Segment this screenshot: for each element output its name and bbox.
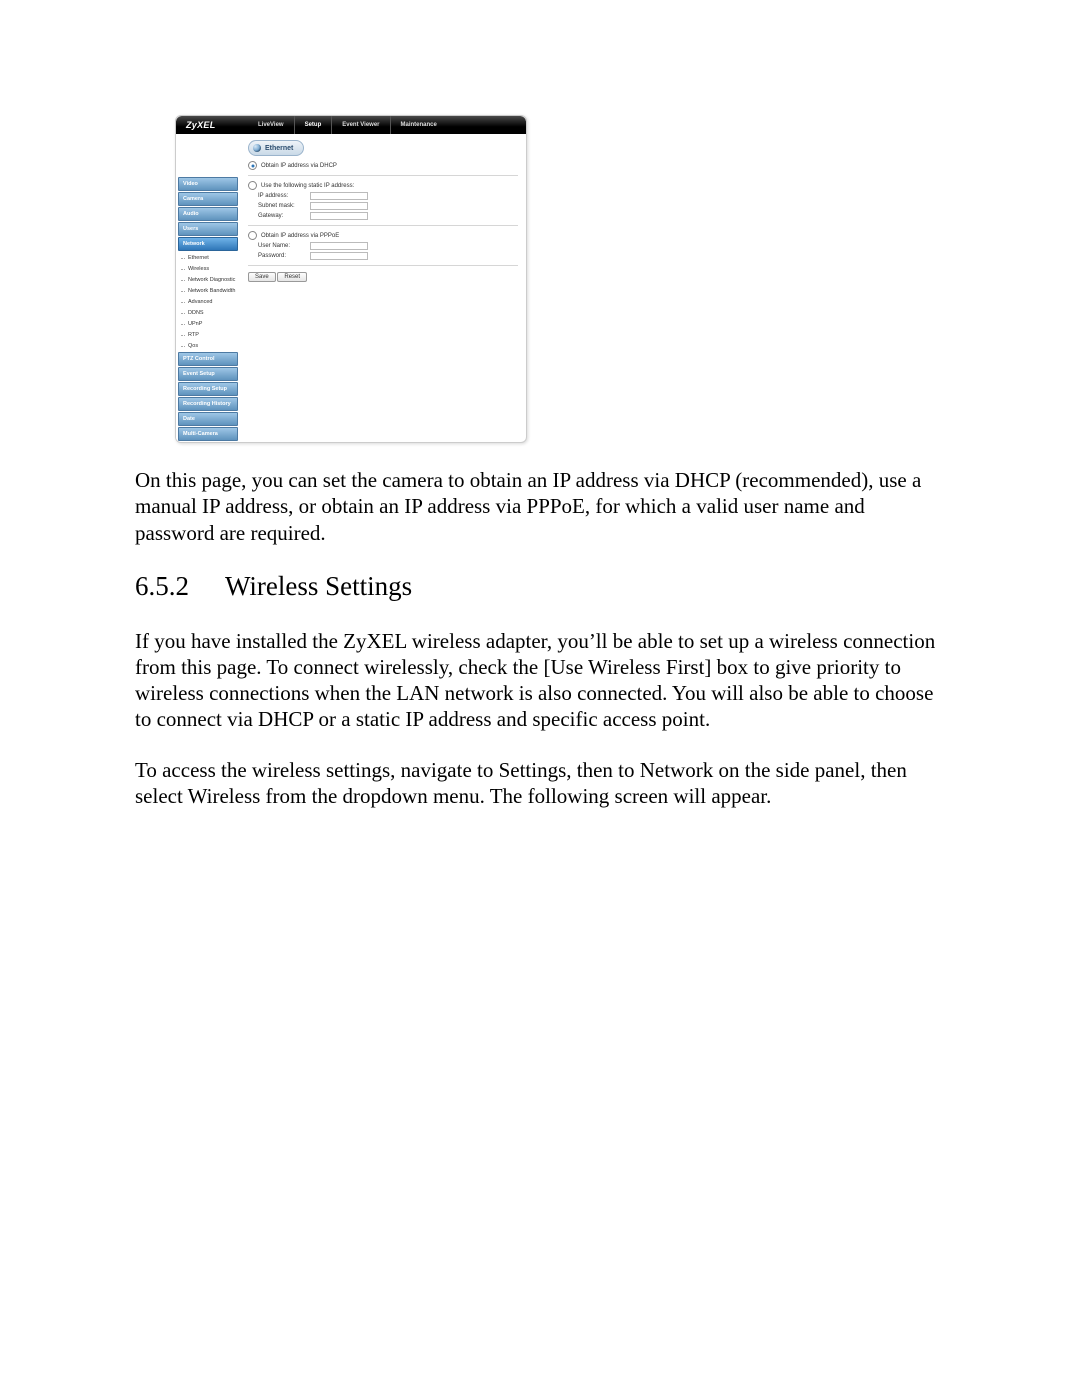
panel-title-text: Ethernet [265, 145, 293, 152]
section-static: Use the following static IP address: IP … [248, 176, 518, 226]
radio-dhcp-label: Obtain IP address via DHCP [261, 163, 337, 169]
topnav-eventviewer[interactable]: Event Viewer [331, 116, 389, 134]
sidebar-group-audio[interactable]: Audio [178, 207, 238, 221]
input-ip[interactable] [310, 192, 368, 200]
panel-title: Ethernet [248, 140, 304, 156]
sidebar-group-multi-camera[interactable]: Multi-Camera [178, 427, 238, 441]
section-dhcp: Obtain IP address via DHCP [248, 156, 518, 176]
radio-icon [248, 231, 257, 240]
top-nav: LiveView Setup Event Viewer Maintenance [248, 116, 526, 134]
sidebar-group-network[interactable]: Network [178, 237, 238, 251]
save-button[interactable]: Save [248, 272, 276, 282]
radio-icon [248, 161, 257, 170]
sidebar-group-users[interactable]: Users [178, 222, 238, 236]
sidebar: Video Camera Audio Users Network Etherne… [176, 134, 240, 442]
input-password[interactable] [310, 252, 368, 260]
sidebar-item-rtp[interactable]: RTP [178, 329, 238, 340]
sidebar-item-network-diagnostic[interactable]: Network Diagnostic [178, 274, 238, 285]
field-password: Password: [248, 251, 518, 261]
sidebar-group-video[interactable]: Video [178, 177, 238, 191]
label-password: Password: [258, 253, 306, 259]
sidebar-item-ethernet[interactable]: Ethernet [178, 252, 238, 263]
radio-dhcp[interactable]: Obtain IP address via DHCP [248, 160, 518, 171]
input-gateway[interactable] [310, 212, 368, 220]
radio-pppoe-label: Obtain IP address via PPPoE [261, 233, 339, 239]
radio-static[interactable]: Use the following static IP address: [248, 180, 518, 191]
radio-pppoe[interactable]: Obtain IP address via PPPoE [248, 230, 518, 241]
sidebar-item-upnp[interactable]: UPnP [178, 318, 238, 329]
radio-icon [248, 181, 257, 190]
sidebar-group-recording-setup[interactable]: Recording Setup [178, 382, 238, 396]
sidebar-item-wireless[interactable]: Wireless [178, 263, 238, 274]
input-subnet[interactable] [310, 202, 368, 210]
section-heading: 6.5.2 Wireless Settings [135, 570, 945, 604]
sidebar-item-ddns[interactable]: DDNS [178, 307, 238, 318]
heading-number: 6.5.2 [135, 570, 189, 604]
sidebar-group-camera[interactable]: Camera [178, 192, 238, 206]
app-window: ZyXEL LiveView Setup Event Viewer Mainte… [175, 115, 527, 443]
label-ip: IP address: [258, 193, 306, 199]
sidebar-group-ptz[interactable]: PTZ Control [178, 352, 238, 366]
content-panel: Ethernet Obtain IP address via DHCP Use … [240, 134, 526, 442]
field-ip: IP address: [248, 191, 518, 201]
field-subnet: Subnet mask: [248, 201, 518, 211]
sidebar-group-date[interactable]: Date [178, 412, 238, 426]
paragraph-1: On this page, you can set the camera to … [135, 467, 945, 546]
topnav-maintenance[interactable]: Maintenance [390, 116, 447, 134]
sidebar-group-event-setup[interactable]: Event Setup [178, 367, 238, 381]
topnav-setup[interactable]: Setup [294, 116, 332, 134]
input-username[interactable] [310, 242, 368, 250]
sidebar-item-qos[interactable]: Qos [178, 340, 238, 351]
sidebar-group-recording-history[interactable]: Recording History [178, 397, 238, 411]
label-subnet: Subnet mask: [258, 203, 306, 209]
radio-static-label: Use the following static IP address: [261, 183, 354, 189]
app-body: Video Camera Audio Users Network Etherne… [176, 134, 526, 442]
label-gateway: Gateway: [258, 213, 306, 219]
sidebar-item-network-bandwidth[interactable]: Network Bandwidth [178, 285, 238, 296]
section-pppoe: Obtain IP address via PPPoE User Name: P… [248, 226, 518, 266]
reset-button[interactable]: Reset [277, 272, 307, 282]
document-body: On this page, you can set the camera to … [135, 467, 945, 809]
paragraph-2: If you have installed the ZyXEL wireless… [135, 628, 945, 733]
document-page: ZyXEL LiveView Setup Event Viewer Mainte… [0, 0, 1080, 1397]
sidebar-item-advanced[interactable]: Advanced [178, 296, 238, 307]
globe-icon [253, 144, 261, 152]
button-row: Save Reset [248, 266, 518, 282]
app-topbar: ZyXEL LiveView Setup Event Viewer Mainte… [176, 116, 526, 134]
label-username: User Name: [258, 243, 306, 249]
paragraph-3: To access the wireless settings, navigat… [135, 757, 945, 810]
brand-logo: ZyXEL [176, 120, 248, 130]
topnav-liveview[interactable]: LiveView [248, 116, 294, 134]
field-gateway: Gateway: [248, 211, 518, 221]
field-username: User Name: [248, 241, 518, 251]
heading-title: Wireless Settings [225, 570, 412, 604]
